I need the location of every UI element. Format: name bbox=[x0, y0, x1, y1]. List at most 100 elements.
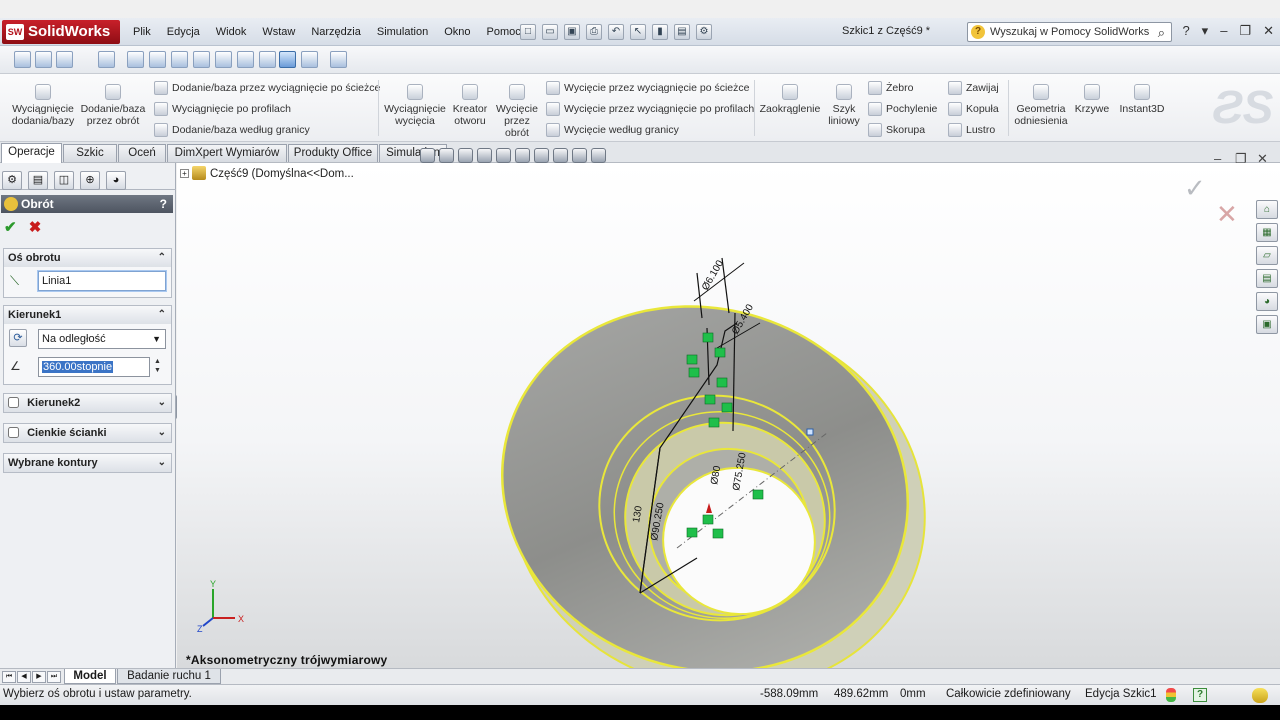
confirm-ok-icon[interactable]: ✓ bbox=[1184, 173, 1206, 204]
dimetric-view-icon[interactable] bbox=[301, 51, 318, 68]
edit-appearance-icon[interactable] bbox=[553, 148, 568, 163]
pm-help-button[interactable]: ? bbox=[160, 195, 167, 213]
print-icon[interactable]: ⎙ bbox=[586, 24, 602, 40]
revolve-cut-button[interactable]: Wycięcie przez obrót bbox=[494, 84, 540, 139]
first-tab-icon[interactable]: ⏮ bbox=[2, 671, 16, 683]
reverse-direction-icon[interactable]: ⟳ bbox=[9, 329, 27, 347]
hole-wizard-button[interactable]: Kreator otworu bbox=[449, 84, 491, 127]
configuration-tab-icon[interactable]: ◫ bbox=[54, 171, 74, 190]
apply-scene-icon[interactable] bbox=[572, 148, 587, 163]
measure-icon[interactable] bbox=[330, 51, 347, 68]
home-icon[interactable]: ⌂ bbox=[1256, 200, 1278, 219]
boundary-boss-button[interactable]: Dodanie/baza według granicy bbox=[152, 121, 310, 139]
mirror-button[interactable]: Lustro bbox=[946, 121, 995, 139]
fillet-button[interactable]: Zaokrąglenie bbox=[758, 84, 822, 115]
save-icon[interactable]: ▣ bbox=[564, 24, 580, 40]
expand-chevron-icon[interactable]: ⌄ bbox=[158, 424, 166, 442]
property-manager-tab-icon[interactable]: ▤ bbox=[28, 171, 48, 190]
menu-file[interactable]: Plik bbox=[125, 26, 159, 38]
view-settings-icon[interactable] bbox=[591, 148, 606, 163]
close-button[interactable]: ✕ bbox=[1263, 23, 1274, 39]
thin-feature-header[interactable]: Cienkie ścianki ⌄ bbox=[4, 424, 171, 442]
direction2-header[interactable]: Kierunek2 ⌄ bbox=[4, 394, 171, 412]
rebuild-icon[interactable]: ▮ bbox=[652, 24, 668, 40]
help-search-input[interactable]: ? Wyszukaj w Pomocy SolidWorks ⌕ bbox=[967, 22, 1172, 42]
dome-button[interactable]: Kopuła bbox=[946, 100, 999, 118]
design-library-icon[interactable]: ▦ bbox=[1256, 223, 1278, 242]
paperclip-icon[interactable] bbox=[1252, 688, 1268, 703]
wrap-button[interactable]: Zawijaj bbox=[946, 79, 999, 97]
rib-button[interactable]: Żebro bbox=[866, 79, 913, 97]
expand-chevron-icon[interactable]: ⌄ bbox=[158, 394, 166, 412]
prev-tab-icon[interactable]: ◀ bbox=[17, 671, 31, 683]
file-properties-icon[interactable]: ▤ bbox=[674, 24, 690, 40]
search-icon[interactable]: ⌕ bbox=[1158, 24, 1165, 42]
minimize-button[interactable]: – bbox=[1220, 23, 1227, 39]
rebuild-lamp-icon[interactable] bbox=[1166, 688, 1176, 702]
trimetric-view-icon[interactable] bbox=[279, 51, 296, 68]
endpoint-handle[interactable] bbox=[806, 428, 814, 436]
angle-input[interactable]: 360.00stopnie bbox=[38, 357, 150, 377]
loft-cut-button[interactable]: Wycięcie przez wyciągnięcie po profilach bbox=[544, 100, 754, 118]
curves-button[interactable]: Krzywe bbox=[1072, 84, 1112, 115]
next-tab-icon[interactable]: ▶ bbox=[32, 671, 46, 683]
extrude-cut-button[interactable]: Wyciągnięcie wycięcia bbox=[383, 84, 447, 127]
shell-button[interactable]: Skorupa bbox=[866, 121, 925, 139]
expand-chevron-icon[interactable]: ⌄ bbox=[158, 454, 166, 472]
tab-office-products[interactable]: Produkty Office bbox=[288, 144, 378, 162]
view-orientation-icon[interactable] bbox=[496, 148, 511, 163]
solidworks-logo[interactable]: SW SolidWorks bbox=[2, 20, 120, 44]
viewport-close-button[interactable]: ✕ bbox=[1257, 151, 1268, 167]
menu-insert[interactable]: Wstaw bbox=[254, 26, 303, 38]
collapse-chevron-icon[interactable]: ⌃ bbox=[158, 306, 166, 324]
help-button[interactable]: ? bbox=[1182, 23, 1189, 39]
thin-feature-checkbox[interactable] bbox=[8, 427, 19, 438]
revolve-boss-button[interactable]: Dodanie/baza przez obrót bbox=[80, 84, 146, 127]
graphics-area[interactable]: Ø6.100 Ø5.400 130 Ø90.250 Ø80 Ø75.250 Y … bbox=[177, 163, 1280, 668]
tab-dimxpert[interactable]: DimXpert Wymiarów bbox=[167, 144, 287, 162]
restore-button[interactable]: ❐ bbox=[1239, 23, 1251, 39]
zoom-to-area-icon[interactable] bbox=[439, 148, 454, 163]
last-tab-icon[interactable]: ⏭ bbox=[47, 671, 61, 683]
bottom-view-icon[interactable] bbox=[237, 51, 254, 68]
camera-icon[interactable] bbox=[14, 51, 31, 68]
viewport-minimize-button[interactable]: – bbox=[1214, 151, 1221, 166]
ref-geometry-button[interactable]: Geometria odniesienia bbox=[1012, 84, 1070, 127]
previous-view-icon[interactable] bbox=[458, 148, 473, 163]
tab-motion-study[interactable]: Badanie ruchu 1 bbox=[117, 669, 221, 684]
menu-tools[interactable]: Narzędzia bbox=[303, 26, 369, 38]
appearances-icon[interactable]: ◕ bbox=[1256, 292, 1278, 311]
direction1-header[interactable]: Kierunek1 ⌃ bbox=[4, 306, 171, 324]
undo-icon[interactable]: ↶ bbox=[608, 24, 624, 40]
spin-up-icon[interactable]: ▲ bbox=[154, 358, 161, 366]
boundary-cut-button[interactable]: Wycięcie według granicy bbox=[544, 121, 679, 139]
record-icon[interactable] bbox=[56, 51, 73, 68]
dimxpert-tab-icon[interactable]: ⊕ bbox=[80, 171, 100, 190]
top-view-icon[interactable] bbox=[215, 51, 232, 68]
menu-edit[interactable]: Edycja bbox=[159, 26, 208, 38]
feature-tree-tab-icon[interactable]: ⚙ bbox=[2, 171, 22, 190]
tab-sketch[interactable]: Szkic bbox=[63, 144, 117, 162]
cancel-x-icon[interactable]: ✖ bbox=[29, 219, 42, 236]
normal-to-icon[interactable] bbox=[98, 51, 115, 68]
options-icon[interactable]: ⚙ bbox=[696, 24, 712, 40]
selected-contours-header[interactable]: Wybrane kontury ⌄ bbox=[4, 454, 171, 472]
screenshot-icon[interactable] bbox=[35, 51, 52, 68]
confirm-cancel-icon[interactable]: ✕ bbox=[1216, 199, 1238, 230]
new-document-icon[interactable]: □ bbox=[520, 24, 536, 40]
revolve-type-select[interactable]: Na odległość ▼ bbox=[38, 329, 166, 349]
tab-model[interactable]: Model bbox=[64, 669, 116, 684]
front-view-icon[interactable] bbox=[127, 51, 144, 68]
tab-evaluate[interactable]: Oceń bbox=[118, 144, 166, 162]
isometric-view-icon[interactable] bbox=[259, 51, 276, 68]
viewport-restore-button[interactable]: ❐ bbox=[1235, 151, 1247, 167]
hide-show-icon[interactable] bbox=[534, 148, 549, 163]
flyout-feature-tree[interactable]: + Część9 (Domyślna<<Dom... bbox=[180, 166, 354, 180]
loft-boss-button[interactable]: Wyciągnięcie po profilach bbox=[152, 100, 291, 118]
linear-pattern-button[interactable]: Szyk liniowy bbox=[826, 84, 862, 127]
view-palette-icon[interactable]: ▤ bbox=[1256, 269, 1278, 288]
menu-view[interactable]: Widok bbox=[208, 26, 255, 38]
spin-down-icon[interactable]: ▼ bbox=[154, 367, 161, 375]
sweep-boss-button[interactable]: Dodanie/baza przez wyciągnięcie po ścież… bbox=[152, 79, 380, 97]
collapse-chevron-icon[interactable]: ⌃ bbox=[158, 249, 166, 267]
